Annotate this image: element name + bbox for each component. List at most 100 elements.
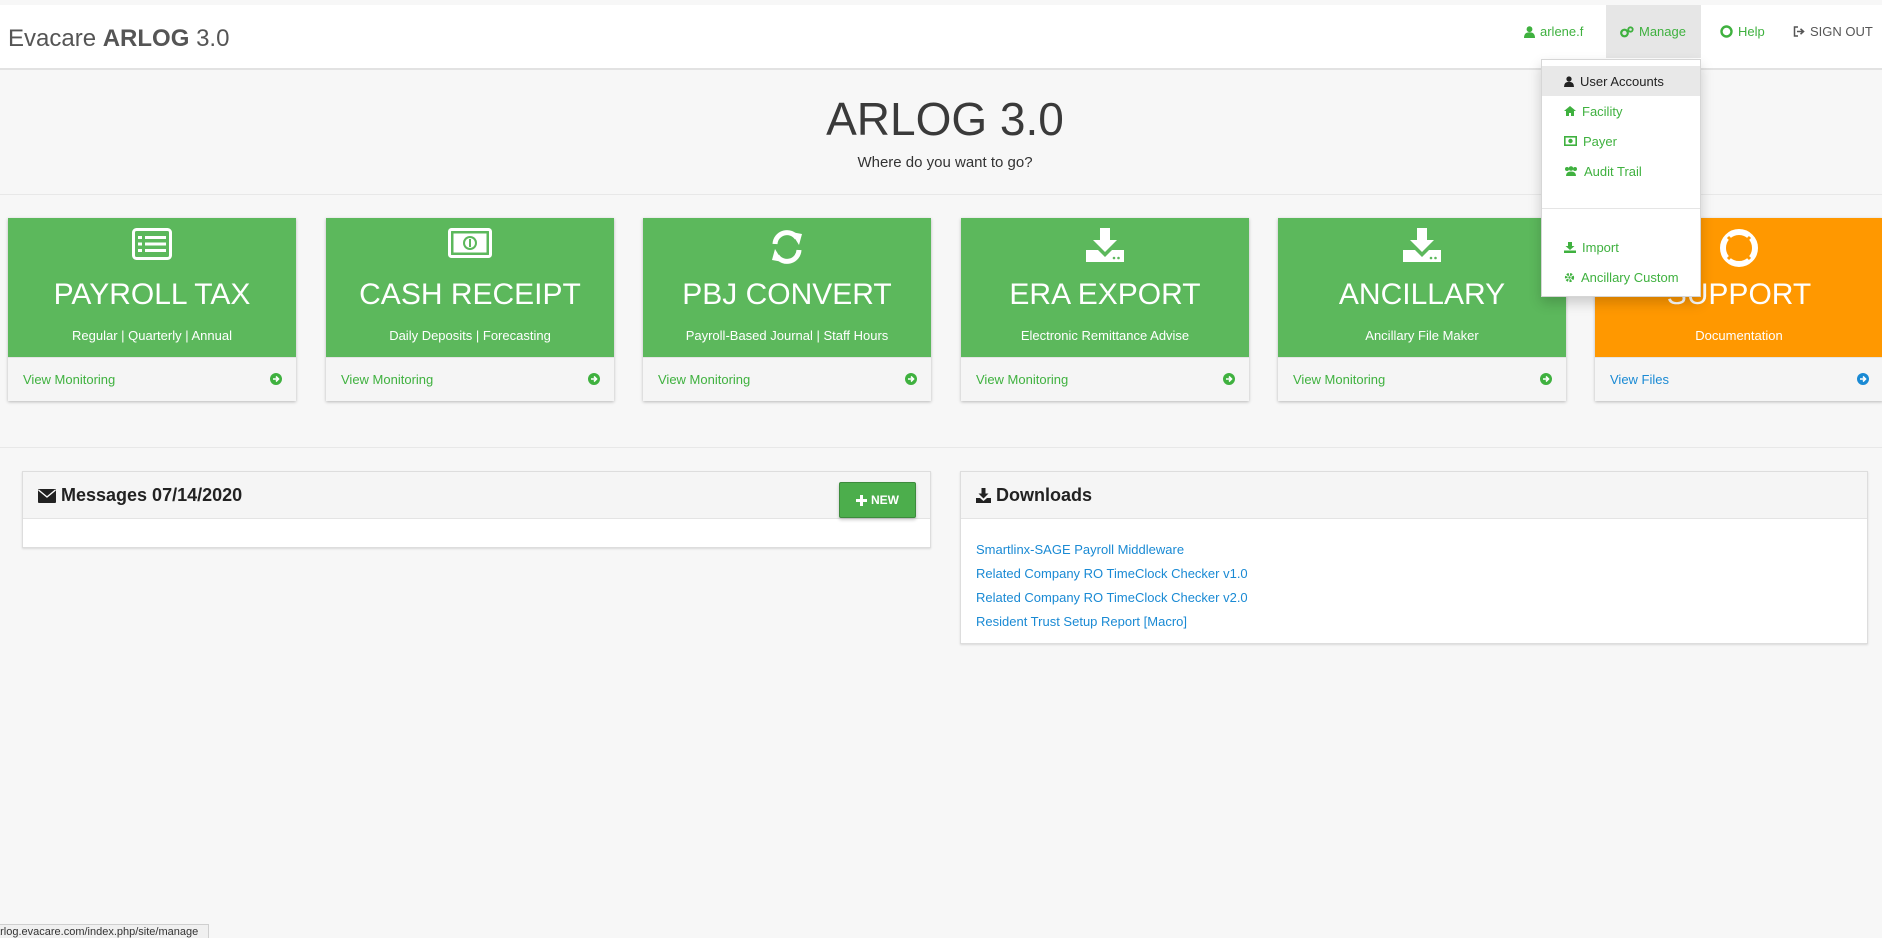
tile-payroll-tax[interactable]: PAYROLL TAX Regular | Quarterly | Annual… — [8, 218, 296, 401]
menu-item-user-accounts[interactable]: User Accounts — [1542, 66, 1700, 96]
menu-item-import[interactable]: Import — [1542, 232, 1700, 262]
tile-pbj-convert[interactable]: PBJ CONVERT Payroll-Based Journal | Staf… — [643, 218, 931, 401]
messages-panel-header: Messages 07/14/2020 NEW — [23, 472, 930, 519]
tile-link-label: View Files — [1610, 372, 1670, 387]
tile-header: ANCILLARY Ancillary File Maker — [1278, 218, 1566, 357]
envelope-icon — [38, 488, 56, 503]
tile-cash-receipt[interactable]: CASH RECEIPT Daily Deposits | Forecastin… — [326, 218, 614, 401]
tile-subtitle: Regular | Quarterly | Annual — [72, 328, 232, 343]
menu-item-audit-trail[interactable]: Audit Trail — [1542, 156, 1700, 186]
manage-dropdown-menu: User Accounts Facility Payer Audit Trail… — [1541, 59, 1701, 297]
tile-footer-link[interactable]: View Monitoring — [961, 357, 1249, 401]
nav-user-link[interactable]: arlene.f — [1524, 5, 1583, 58]
nav-signout-label: SIGN OUT — [1810, 24, 1873, 39]
browser-status-bar: arlog.evacare.com/index.php/site/manage — [0, 924, 210, 938]
menu-item-label: Ancillary Custom — [1581, 269, 1679, 285]
download-link[interactable]: Resident Trust Setup Report [Macro] — [976, 610, 1248, 634]
menu-item-facility[interactable]: Facility — [1542, 96, 1700, 126]
download-icon — [1403, 228, 1441, 262]
new-message-button[interactable]: NEW — [839, 482, 916, 518]
nav-manage-dropdown-toggle[interactable]: Manage — [1606, 5, 1701, 58]
downloads-panel: Downloads Smartlinx-SAGE Payroll Middlew… — [960, 471, 1868, 644]
menu-divider — [1542, 208, 1700, 209]
list-alt-icon — [132, 228, 172, 260]
downloads-title: Downloads — [976, 485, 1092, 506]
tile-header: CASH RECEIPT Daily Deposits | Forecastin… — [326, 218, 614, 357]
tile-subtitle: Payroll-Based Journal | Staff Hours — [685, 328, 889, 343]
gears-icon — [1620, 25, 1634, 37]
users-icon — [1565, 166, 1577, 176]
brand-suffix: 3.0 — [196, 25, 230, 52]
nav-help-label: Help — [1738, 24, 1765, 39]
money-icon — [1564, 136, 1577, 146]
home-icon — [1564, 106, 1576, 116]
refresh-icon — [772, 230, 802, 264]
new-button-label: NEW — [871, 493, 899, 507]
downloads-title-text: Downloads — [996, 485, 1093, 505]
tile-header: PAYROLL TAX Regular | Quarterly | Annual — [8, 218, 296, 357]
tile-link-label: View Monitoring — [976, 372, 1069, 387]
sign-out-icon — [1793, 26, 1805, 37]
arrow-circle-right-icon — [270, 373, 282, 385]
arrow-circle-right-icon — [1857, 373, 1869, 385]
menu-item-label: User Accounts — [1580, 73, 1664, 89]
arrow-circle-right-icon — [1223, 373, 1235, 385]
tile-link-label: View Monitoring — [341, 372, 434, 387]
messages-panel: Messages 07/14/2020 NEW — [22, 471, 931, 548]
downloads-list: Smartlinx-SAGE Payroll Middleware Relate… — [976, 538, 1248, 634]
tile-title: PAYROLL TAX — [53, 278, 251, 311]
tile-link-label: View Monitoring — [1293, 372, 1386, 387]
life-ring-icon — [1720, 25, 1733, 38]
menu-item-label: Facility — [1582, 103, 1623, 119]
download-link[interactable]: Smartlinx-SAGE Payroll Middleware — [976, 538, 1248, 562]
gear-icon — [1564, 272, 1575, 282]
download-icon — [976, 488, 991, 503]
tile-ancillary[interactable]: ANCILLARY Ancillary File Maker View Moni… — [1278, 218, 1566, 401]
tile-era-export[interactable]: ERA EXPORT Electronic Remittance Advise … — [961, 218, 1249, 401]
divider — [0, 447, 1882, 448]
tile-subtitle: Daily Deposits | Forecasting — [389, 328, 551, 343]
messages-title: Messages 07/14/2020 — [38, 485, 242, 506]
life-ring-icon — [1720, 229, 1758, 267]
brand-logo[interactable]: Evacare ARLOG 3.0 — [8, 25, 229, 53]
download-icon — [1086, 228, 1124, 262]
user-icon — [1564, 75, 1574, 87]
download-link[interactable]: Related Company RO TimeClock Checker v1.… — [976, 562, 1248, 586]
nav-signout-link[interactable]: SIGN OUT — [1793, 5, 1873, 58]
tile-link-label: View Monitoring — [658, 372, 751, 387]
nav-user-label: arlene.f — [1540, 24, 1584, 39]
tile-header: PBJ CONVERT Payroll-Based Journal | Staf… — [643, 218, 931, 357]
tile-footer-link[interactable]: View Monitoring — [8, 357, 296, 401]
brand-prefix: Evacare — [8, 25, 97, 52]
user-icon — [1524, 25, 1535, 38]
tile-subtitle: Documentation — [1695, 328, 1783, 343]
tile-title: PBJ CONVERT — [682, 278, 892, 311]
tile-footer-link[interactable]: View Monitoring — [1278, 357, 1566, 401]
arrow-circle-right-icon — [588, 373, 600, 385]
arrow-circle-right-icon — [1540, 373, 1552, 385]
status-url: arlog.evacare.com/index.php/site/manage — [0, 926, 199, 938]
money-icon — [448, 228, 492, 258]
tile-subtitle: Electronic Remittance Advise — [1020, 328, 1190, 343]
menu-item-label: Import — [1582, 239, 1619, 255]
menu-item-ancillary-custom[interactable]: Ancillary Custom — [1542, 262, 1700, 292]
download-link[interactable]: Related Company RO TimeClock Checker v2.… — [976, 586, 1248, 610]
tile-footer-link[interactable]: View Monitoring — [643, 357, 931, 401]
plus-icon — [856, 494, 867, 506]
tile-header: ERA EXPORT Electronic Remittance Advise — [961, 218, 1249, 357]
menu-item-label: Audit Trail — [1584, 163, 1642, 179]
tile-footer-link[interactable]: View Monitoring — [326, 357, 614, 401]
menu-item-payer[interactable]: Payer — [1542, 126, 1700, 156]
tile-title: ANCILLARY — [1338, 278, 1506, 311]
arrow-circle-right-icon — [905, 373, 917, 385]
tile-subtitle: Ancillary File Maker — [1365, 328, 1479, 343]
nav-manage-label: Manage — [1639, 24, 1686, 39]
tile-link-label: View Monitoring — [23, 372, 116, 387]
downloads-panel-header: Downloads — [961, 472, 1867, 519]
tile-title: CASH RECEIPT — [359, 278, 581, 311]
menu-item-label: Payer — [1583, 133, 1617, 149]
brand-bold: ARLOG — [102, 25, 190, 52]
messages-title-text: Messages 07/14/2020 — [61, 485, 243, 505]
nav-help-link[interactable]: Help — [1720, 5, 1765, 58]
tile-footer-link[interactable]: View Files — [1595, 357, 1882, 401]
